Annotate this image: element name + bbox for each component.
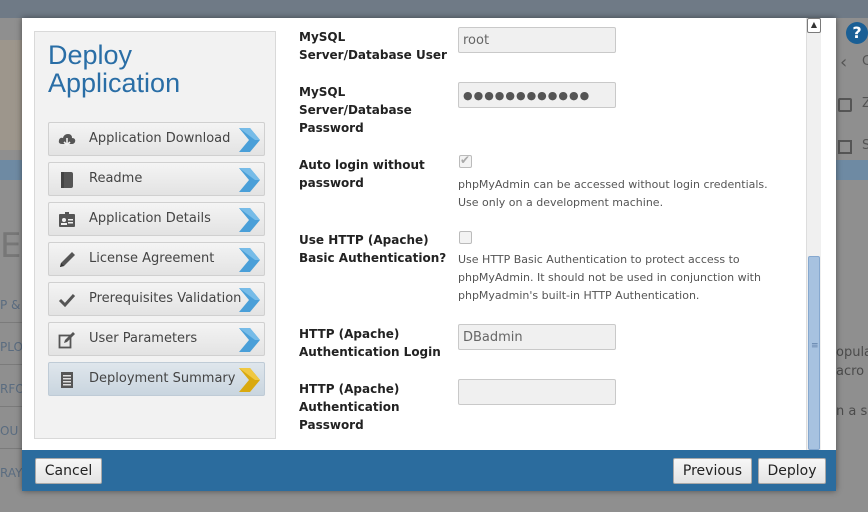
user-parameters-form: MySQL Server/Database User root MySQL Se… bbox=[287, 18, 807, 450]
chevron-right-icon bbox=[239, 328, 260, 352]
http-login-label: HTTP (Apache) Authentication Login bbox=[299, 327, 441, 359]
background-nav-item: P & bbox=[0, 298, 21, 312]
chevron-right-icon bbox=[239, 248, 260, 272]
edit-icon bbox=[58, 332, 75, 349]
chevron-right-icon bbox=[239, 368, 260, 392]
background-text: opula bbox=[836, 345, 868, 360]
step-label: User Parameters bbox=[89, 331, 198, 346]
step-application-download[interactable]: Application Download bbox=[48, 122, 265, 156]
divider bbox=[0, 448, 22, 449]
step-label: Application Details bbox=[89, 211, 211, 226]
background-side-item: ‹ C bbox=[840, 52, 868, 73]
scroll-up-button[interactable]: ▲ bbox=[807, 18, 821, 33]
background-nav-item: RFO bbox=[0, 382, 22, 396]
db-user-label: MySQL Server/Database User bbox=[299, 30, 447, 62]
cancel-button[interactable]: Cancel bbox=[35, 458, 102, 484]
auto-login-checkbox[interactable]: ✔ bbox=[459, 153, 472, 168]
background-text: acro bbox=[836, 364, 865, 379]
background-heading: EA bbox=[0, 226, 22, 266]
step-license-agreement[interactable]: License Agreement bbox=[48, 242, 265, 276]
background-nav-item: PLO bbox=[0, 340, 22, 354]
step-label: Prerequisites Validation bbox=[89, 291, 242, 306]
step-application-details[interactable]: Application Details bbox=[48, 202, 265, 236]
step-readme[interactable]: Readme bbox=[48, 162, 265, 196]
previous-button[interactable]: Previous bbox=[673, 458, 752, 484]
cloud-download-icon bbox=[58, 134, 76, 147]
book-icon bbox=[61, 172, 73, 188]
http-auth-label: Use HTTP (Apache) Basic Authentication? bbox=[299, 233, 447, 265]
scroll-thumb[interactable]: ≡ bbox=[808, 256, 820, 450]
wizard-sidebar: Deploy Application Application Download … bbox=[34, 31, 276, 439]
db-password-label: MySQL Server/Database Password bbox=[299, 85, 412, 135]
step-prerequisites-validation[interactable]: Prerequisites Validation bbox=[48, 282, 265, 316]
chevron-right-icon bbox=[239, 208, 260, 232]
http-auth-checkbox[interactable] bbox=[459, 231, 472, 244]
step-label: License Agreement bbox=[89, 251, 215, 266]
background-nav-item: OU bbox=[0, 424, 19, 438]
background-text: n a si bbox=[836, 404, 868, 419]
id-card-icon bbox=[59, 212, 75, 227]
background-image bbox=[0, 40, 22, 150]
divider bbox=[0, 364, 22, 365]
http-password-label: HTTP (Apache) Authentication Password bbox=[299, 382, 400, 432]
http-password-field[interactable] bbox=[458, 379, 616, 405]
step-label: Deployment Summary bbox=[89, 371, 236, 386]
pen-icon bbox=[60, 252, 75, 267]
auto-login-help: phpMyAdmin can be accessed without login… bbox=[458, 178, 768, 209]
http-auth-help: Use HTTP Basic Authentication to protect… bbox=[458, 253, 761, 302]
divider bbox=[0, 322, 22, 323]
chevron-right-icon bbox=[239, 128, 260, 152]
check-icon: ✔ bbox=[460, 153, 471, 167]
document-icon bbox=[61, 372, 73, 388]
help-icon[interactable]: ? bbox=[846, 22, 868, 44]
form-scrollbar[interactable]: ▲ ≡ bbox=[806, 18, 821, 450]
step-deployment-summary[interactable]: Deployment Summary bbox=[48, 362, 265, 396]
http-login-field[interactable]: DBadmin bbox=[458, 324, 616, 350]
chevron-right-icon bbox=[239, 168, 260, 192]
background-header bbox=[0, 0, 868, 18]
dialog-title: Deploy Application bbox=[48, 40, 181, 98]
step-label: Application Download bbox=[89, 131, 231, 146]
dialog-footer: Cancel Previous Deploy bbox=[22, 450, 836, 491]
background-side-item: S bbox=[836, 136, 868, 164]
db-user-field[interactable]: root bbox=[458, 27, 616, 53]
step-user-parameters[interactable]: User Parameters bbox=[48, 322, 265, 356]
chevron-right-icon bbox=[239, 288, 260, 312]
db-password-field[interactable]: ●●●●●●●●●●●● bbox=[458, 82, 616, 108]
scroll-track[interactable]: ≡ bbox=[807, 34, 821, 450]
background-side-item: Z bbox=[836, 94, 868, 122]
step-label: Readme bbox=[89, 171, 143, 186]
deploy-button[interactable]: Deploy bbox=[758, 458, 826, 484]
background-nav-item: RAY bbox=[0, 466, 22, 480]
divider bbox=[0, 406, 22, 407]
grip-icon: ≡ bbox=[811, 341, 819, 351]
checkmark-icon bbox=[58, 293, 76, 308]
auto-login-label: Auto login without password bbox=[299, 158, 425, 190]
deploy-application-dialog: Deploy Application Application Download … bbox=[22, 18, 836, 491]
